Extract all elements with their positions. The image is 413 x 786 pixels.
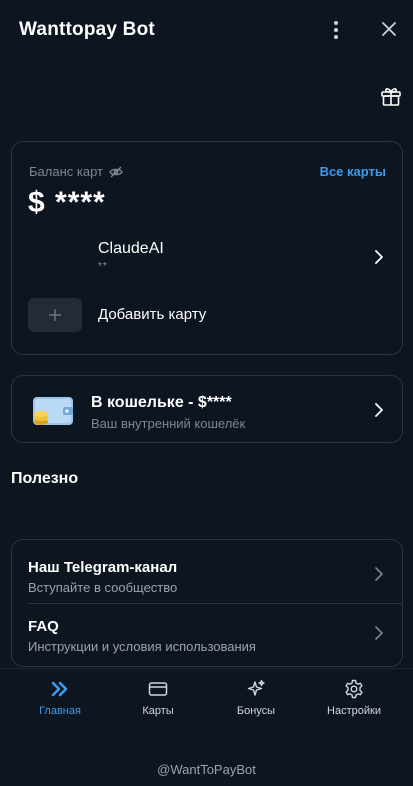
nav-home[interactable]: Главная (10, 669, 110, 729)
sparkles-icon (247, 679, 265, 696)
wallet-subtitle: Ваш внутренний кошелёк (91, 416, 246, 431)
nav-settings[interactable]: Настройки (304, 669, 404, 729)
gear-icon (345, 679, 363, 699)
more-dot-icon (334, 21, 338, 25)
app-title: Wanttopay Bot (19, 19, 155, 40)
card-row-claudeai[interactable]: ClaudeAI ** (12, 234, 402, 280)
nav-label: Главная (39, 705, 81, 717)
item-title: Наш Telegram-канал (28, 559, 178, 576)
more-dot-icon (334, 28, 338, 32)
gift-icon[interactable] (379, 84, 403, 108)
balance-label: Баланс карт (29, 164, 123, 179)
nav-cards[interactable]: Карты (108, 669, 208, 729)
nav-bonuses[interactable]: Бонусы (206, 669, 306, 729)
eye-off-icon[interactable] (109, 165, 123, 179)
item-subtitle: Вступайте в сообщество (28, 580, 178, 595)
all-cards-link[interactable]: Все карты (320, 164, 386, 179)
balance-value: $ **** (28, 186, 106, 219)
telegram-channel-item[interactable]: Наш Telegram-канал Вступайте в сообществ… (12, 540, 402, 602)
card-name: ClaudeAI (98, 240, 164, 257)
nav-label: Настройки (327, 705, 381, 717)
wallet-card[interactable]: В кошельке - $**** Ваш внутренний кошелё… (11, 375, 403, 443)
chevron-right-icon (375, 403, 383, 417)
nav-label: Бонусы (236, 705, 276, 717)
more-options-button[interactable] (326, 18, 346, 42)
add-card-button[interactable] (28, 298, 82, 332)
useful-card: Наш Telegram-канал Вступайте в сообществ… (11, 539, 403, 667)
add-card-label: Добавить карту (98, 306, 207, 323)
bottom-nav: Главная Карты Бонусы Настройки (0, 668, 413, 729)
card-number: ** (98, 261, 108, 272)
chevron-right-icon (375, 250, 383, 264)
bot-handle[interactable]: @WantToPayBot (0, 762, 413, 777)
faq-item[interactable]: FAQ Инструкции и условия использования (12, 603, 402, 665)
add-card-row[interactable]: Добавить карту (12, 296, 402, 336)
card-icon (148, 682, 168, 696)
plus-icon (49, 309, 61, 321)
chevron-right-icon (375, 567, 383, 581)
item-subtitle: Инструкции и условия использования (28, 639, 256, 654)
wallet-title: В кошельке - $**** (91, 394, 232, 411)
wallet-icon (33, 397, 73, 425)
close-icon[interactable] (378, 18, 400, 40)
balance-card: Баланс карт Все карты $ **** ClaudeAI **… (11, 141, 403, 355)
nav-label: Карты (142, 705, 174, 717)
more-dot-icon (334, 35, 338, 39)
double-chevron-icon (51, 681, 68, 697)
item-title: FAQ (28, 618, 59, 635)
chevron-right-icon (375, 626, 383, 640)
section-title-useful: Полезно (11, 470, 79, 487)
app-header: Wanttopay Bot (0, 0, 413, 60)
